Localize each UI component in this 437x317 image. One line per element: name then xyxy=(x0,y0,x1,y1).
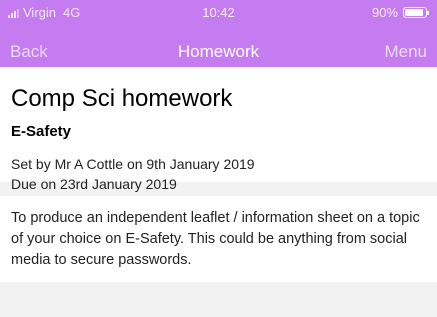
battery-info: 90% xyxy=(371,5,429,20)
due-date-text: Due on 23rd January 2019 xyxy=(11,176,177,192)
navigation-bar: Back Homework Menu xyxy=(0,24,437,67)
top-bar: Virgin 4G 10:42 90% Back Homework Menu xyxy=(0,0,437,67)
menu-button[interactable]: Menu xyxy=(384,42,427,62)
battery-percent: 90% xyxy=(371,5,398,20)
page-title: Homework xyxy=(177,42,260,61)
homework-meta: Set by Mr A Cottle on 9th January 2019 D… xyxy=(11,154,426,194)
set-by-text: Set by Mr A Cottle on 9th January 2019 xyxy=(11,156,255,172)
homework-title: Comp Sci homework xyxy=(11,85,233,112)
status-bar: Virgin 4G 10:42 90% xyxy=(0,0,437,24)
homework-description: To produce an independent leaflet / info… xyxy=(0,196,437,282)
battery-icon xyxy=(403,7,429,18)
homework-subject: E-Safety xyxy=(11,123,72,140)
homework-header: Comp Sci homework E-Safety Set by Mr A C… xyxy=(0,67,437,192)
